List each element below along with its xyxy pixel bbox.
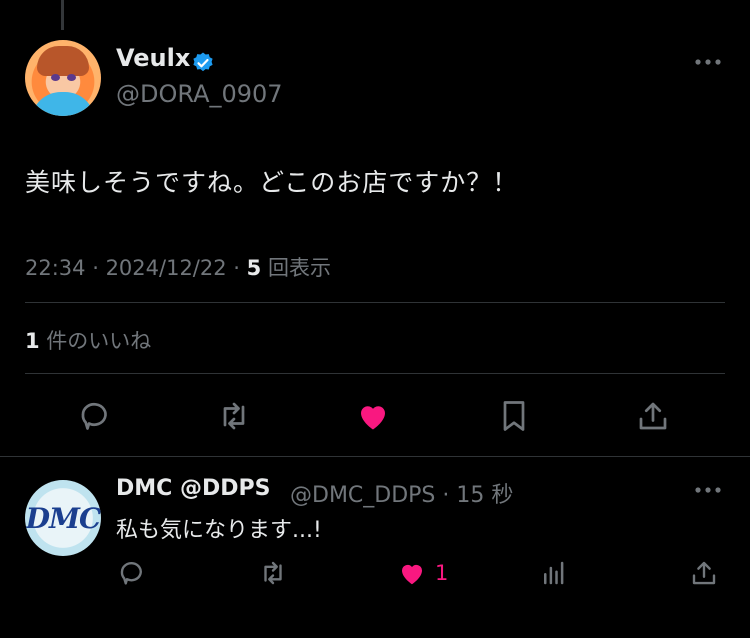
share-button[interactable] <box>633 396 673 436</box>
retweet-icon <box>264 561 282 585</box>
like-count: 1 <box>435 561 449 585</box>
tweet-time[interactable]: 22:34 <box>25 256 86 280</box>
share-button[interactable] <box>689 555 719 591</box>
likes-count: 1 <box>25 329 40 353</box>
meta-separator: · <box>435 483 457 508</box>
likes-label: 件のいいね <box>39 329 152 353</box>
author-handle[interactable]: @DORA_0907 <box>116 80 283 108</box>
views-count: 5 <box>246 256 262 280</box>
divider <box>0 456 750 457</box>
author-avatar[interactable] <box>25 40 101 116</box>
reply-author-handle[interactable]: @DMC_DDPS <box>290 483 435 508</box>
views-label: 回表示 <box>261 256 331 280</box>
more-icon[interactable] <box>693 485 723 495</box>
bookmark-button[interactable] <box>494 396 534 436</box>
analytics-icon <box>544 561 564 585</box>
heart-icon <box>402 564 422 585</box>
reply-button[interactable] <box>117 555 147 591</box>
meta-separator: · <box>85 256 106 280</box>
reply-icon <box>81 402 107 430</box>
divider <box>25 373 725 374</box>
avatar-logo-text: DMC <box>25 501 101 535</box>
meta-separator: · <box>226 256 247 280</box>
share-icon <box>692 561 716 585</box>
reply-meta: @DMC_DDPS · 15 秒 <box>290 477 513 509</box>
reply-time[interactable]: 15 秒 <box>456 483 513 508</box>
bookmark-icon <box>503 401 525 431</box>
analytics-button[interactable] <box>539 555 569 591</box>
share-icon <box>639 402 667 430</box>
heart-icon <box>361 406 385 430</box>
divider <box>25 302 725 303</box>
like-button[interactable] <box>353 396 393 436</box>
likes-summary[interactable]: 1 件のいいね <box>25 325 151 355</box>
retweet-button[interactable] <box>258 555 288 591</box>
tweet-date[interactable]: 2024/12/22 <box>106 256 227 280</box>
reply-author-avatar[interactable]: DMC <box>25 480 101 556</box>
thread-connector-line <box>61 0 64 30</box>
tweet-text: 美味しそうですね。どこのお店ですか？！ <box>25 168 519 197</box>
retweet-button[interactable] <box>214 396 254 436</box>
author-name[interactable]: Veulx <box>116 44 190 72</box>
retweet-icon <box>223 402 245 430</box>
reply-text: 私も気になります...! <box>116 518 322 543</box>
verified-badge-icon <box>193 52 213 72</box>
more-icon[interactable] <box>693 57 723 67</box>
tweet-meta: 22:34 · 2024/12/22 · 5 回表示 <box>25 252 331 282</box>
like-button[interactable]: 1 <box>397 555 448 591</box>
reply-icon <box>120 562 142 585</box>
reply-author-name[interactable]: DMC @DDPS <box>116 476 270 501</box>
reply-button[interactable] <box>75 396 115 436</box>
